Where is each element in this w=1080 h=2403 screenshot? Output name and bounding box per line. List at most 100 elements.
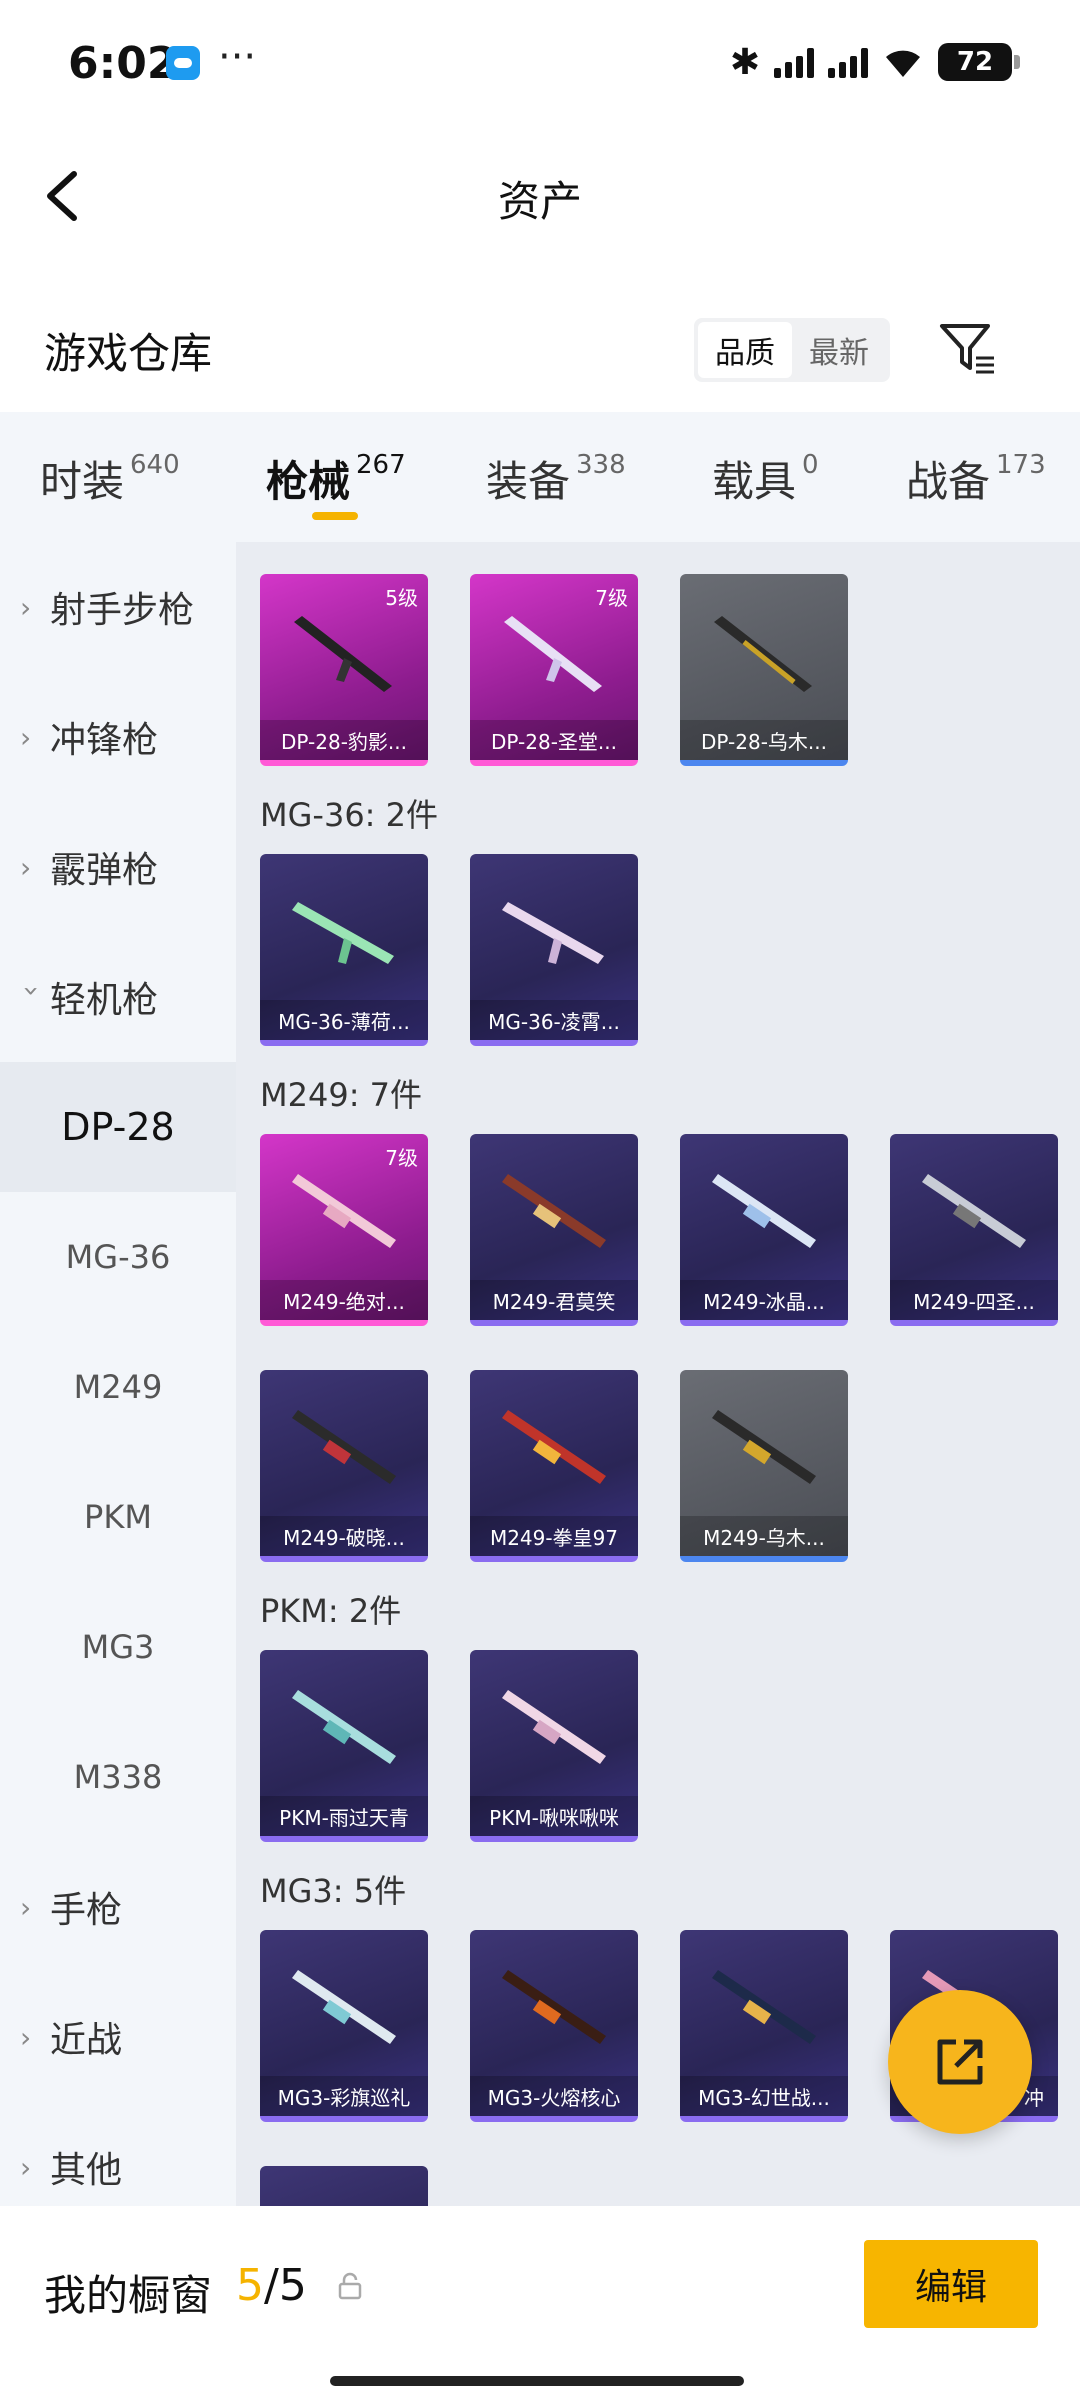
active-tab-indicator xyxy=(312,512,358,520)
status-time: 6:02 xyxy=(68,38,178,89)
item-name: M249-拳皇97 xyxy=(470,1516,638,1556)
sidebar-sub-mg36[interactable]: MG-36 xyxy=(0,1192,236,1322)
item-name: MG3-彩旗巡礼 xyxy=(260,2076,428,2116)
sort-toggle: 品质 最新 xyxy=(694,318,890,382)
sidebar-sub-dp28[interactable]: DP-28 xyxy=(0,1062,236,1192)
sidebar-item-lmg[interactable]: › 轻机枪 xyxy=(0,932,236,1062)
item-name: M249-四圣... xyxy=(890,1280,1058,1320)
item-name: DP-28-豹影... xyxy=(260,720,428,760)
gun-icon xyxy=(502,1690,606,1764)
gun-icon xyxy=(292,1970,396,2044)
section-title-mg3: MG3: 5件 xyxy=(260,1872,407,1910)
gun-icon xyxy=(502,1410,606,1484)
item-card[interactable]: M249-君莫笑 xyxy=(470,1134,638,1326)
item-name: MG3-幻世战... xyxy=(680,2076,848,2116)
signal-2-icon xyxy=(828,46,868,78)
chevron-right-icon: › xyxy=(20,590,32,624)
gun-icon xyxy=(294,616,392,692)
item-card[interactable]: M249-拳皇97 xyxy=(470,1370,638,1562)
showcase-count: 5/5 xyxy=(236,2260,307,2311)
tab-supplies[interactable]: 战备 173 xyxy=(906,448,1046,509)
external-link-icon xyxy=(937,2039,983,2085)
item-name: MG-36-凌霄... xyxy=(470,1000,638,1040)
level-badge: 7级 xyxy=(385,1146,418,1170)
item-name: M249-冰晶... xyxy=(680,1280,848,1320)
item-card[interactable]: 7级 DP-28-圣堂... xyxy=(470,574,638,766)
sort-latest-button[interactable]: 最新 xyxy=(792,322,886,378)
item-card[interactable]: DP-28-乌木... xyxy=(680,574,848,766)
item-card[interactable]: M249-四圣... xyxy=(890,1134,1058,1326)
filter-icon xyxy=(940,324,994,374)
item-card[interactable] xyxy=(260,2166,428,2206)
home-indicator[interactable] xyxy=(330,2376,744,2386)
sidebar-item-shotgun[interactable]: › 霰弹枪 xyxy=(0,802,236,932)
gun-icon xyxy=(292,1174,396,1248)
sidebar-item-marksman[interactable]: › 射手步枪 xyxy=(0,542,236,672)
nav-header: 资产 xyxy=(0,130,1080,260)
sidebar-sub-pkm[interactable]: PKM xyxy=(0,1452,236,1582)
sidebar-item-melee[interactable]: › 近战 xyxy=(0,1972,236,2102)
chevron-right-icon: › xyxy=(20,2020,32,2054)
share-fab-button[interactable] xyxy=(888,1990,1032,2134)
item-card[interactable]: MG-36-薄荷... xyxy=(260,854,428,1046)
gun-icon xyxy=(504,616,602,692)
tab-vehicles[interactable]: 载具 0 xyxy=(712,448,819,509)
tab-equipment[interactable]: 装备 338 xyxy=(486,448,626,509)
sidebar-sub-mg3[interactable]: MG3 xyxy=(0,1582,236,1712)
item-name: M249-绝对... xyxy=(260,1280,428,1320)
item-card[interactable]: PKM-雨过天青 xyxy=(260,1650,428,1842)
page-title: 资产 xyxy=(497,177,582,226)
gun-icon xyxy=(714,616,812,692)
sidebar-item-pistol[interactable]: › 手枪 xyxy=(0,1842,236,1972)
wifi-icon xyxy=(882,45,924,79)
sidebar-item-smg[interactable]: › 冲锋枪 xyxy=(0,672,236,802)
item-card[interactable]: M249-乌木... xyxy=(680,1370,848,1562)
gun-icon xyxy=(502,902,604,964)
category-tabs: 时装 640 枪械 267 装备 338 载具 0 战备 173 xyxy=(0,412,1080,542)
item-name: M249-破晓... xyxy=(260,1516,428,1556)
item-card[interactable]: M249-冰晶... xyxy=(680,1134,848,1326)
item-name: PKM-啾咪啾咪 xyxy=(470,1796,638,1836)
item-card[interactable]: MG3-彩旗巡礼 xyxy=(260,1930,428,2122)
item-card[interactable]: 7级 M249-绝对... xyxy=(260,1134,428,1326)
showcase-label: 我的橱窗 xyxy=(44,2271,213,2320)
lock-icon xyxy=(338,2272,362,2300)
cloud-app-icon xyxy=(166,46,200,80)
item-name: MG-36-薄荷... xyxy=(260,1000,428,1040)
sidebar: › 射手步枪 › 冲锋枪 › 霰弹枪 › 轻机枪 DP-28 MG-36 M249 PK… xyxy=(0,542,236,2206)
edit-button[interactable]: 编辑 xyxy=(864,2240,1038,2328)
sidebar-sub-m249[interactable]: M249 xyxy=(0,1322,236,1452)
chevron-right-icon: › xyxy=(20,720,32,754)
chevron-down-icon: › xyxy=(15,985,49,997)
warehouse-header: 游戏仓库 品质 最新 xyxy=(0,290,1080,410)
gun-icon xyxy=(922,1174,1026,1248)
item-name: M249-君莫笑 xyxy=(470,1280,638,1320)
item-card[interactable]: 5级 DP-28-豹影... xyxy=(260,574,428,766)
item-card[interactable]: MG3-火熔核心 xyxy=(470,1930,638,2122)
item-card[interactable]: PKM-啾咪啾咪 xyxy=(470,1650,638,1842)
status-bar: 6:02 ··· ✱ 72 xyxy=(0,0,1080,130)
item-name: M249-乌木... xyxy=(680,1516,848,1556)
filter-button[interactable] xyxy=(936,318,998,380)
item-grid: 5级 DP-28-豹影... 7级 DP-28-圣堂... DP-28-乌木..… xyxy=(236,542,1080,2206)
sidebar-sub-m338[interactable]: M338 xyxy=(0,1712,236,1842)
chevron-right-icon: › xyxy=(20,2150,32,2184)
battery-icon: 72 xyxy=(938,43,1020,81)
item-name: DP-28-乌木... xyxy=(680,720,848,760)
item-card[interactable]: MG-36-凌霄... xyxy=(470,854,638,1046)
item-card[interactable]: MG3-幻世战... xyxy=(680,1930,848,2122)
sort-quality-button[interactable]: 品质 xyxy=(698,322,792,378)
section-title-mg36: MG-36: 2件 xyxy=(260,796,438,834)
gun-icon xyxy=(292,1410,396,1484)
more-notifications-icon: ··· xyxy=(218,34,257,80)
item-name: MG3-火熔核心 xyxy=(470,2076,638,2116)
tab-fashion[interactable]: 时装 640 xyxy=(40,448,180,509)
gun-icon xyxy=(292,902,394,964)
item-card[interactable]: M249-破晓... xyxy=(260,1370,428,1562)
tab-guns[interactable]: 枪械 267 xyxy=(266,448,406,509)
chevron-right-icon: › xyxy=(20,850,32,884)
warehouse-title: 游戏仓库 xyxy=(44,329,213,378)
system-icons: ✱ 72 xyxy=(730,40,1020,84)
gun-icon xyxy=(502,1970,606,2044)
signal-icon xyxy=(774,46,814,78)
